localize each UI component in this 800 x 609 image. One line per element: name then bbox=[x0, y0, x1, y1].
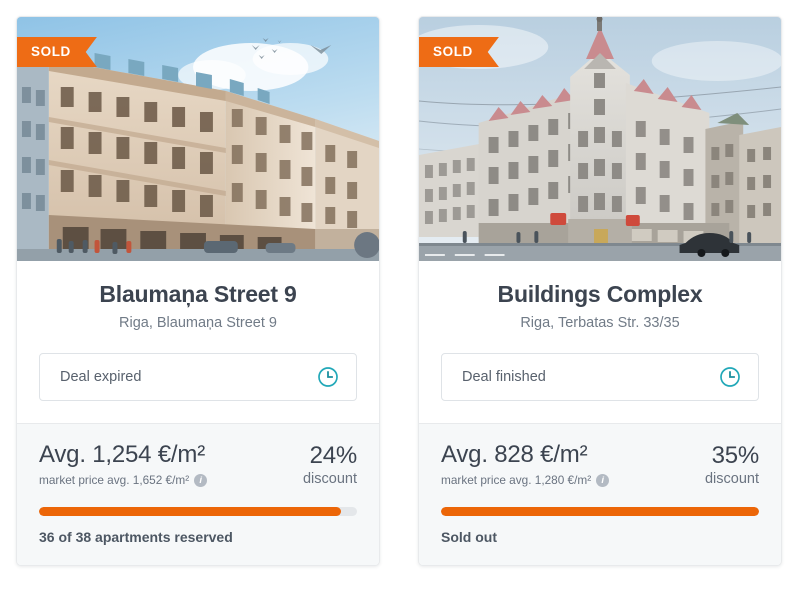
property-listing-page: SOLD Blaumaņa Street 9 Riga, Blaumaņa St… bbox=[0, 0, 800, 609]
discount-block: 24% discount bbox=[303, 442, 357, 489]
property-card-footer: Avg. 1,254 €/m² market price avg. 1,652 … bbox=[17, 422, 379, 566]
property-hero-image[interactable]: SOLD bbox=[419, 17, 781, 261]
market-price-line: market price avg. 1,652 €/m² i bbox=[39, 473, 208, 488]
price-row: Avg. 1,254 €/m² market price avg. 1,652 … bbox=[39, 440, 357, 489]
sold-badge: SOLD bbox=[17, 37, 97, 67]
sold-badge-label: SOLD bbox=[31, 44, 71, 60]
discount-value: 24% bbox=[309, 441, 358, 469]
market-price-text: market price avg. 1,280 €/m² bbox=[441, 473, 592, 488]
property-card[interactable]: SOLD Blaumaņa Street 9 Riga, Blaumaņa St… bbox=[16, 16, 380, 567]
price-row: Avg. 828 €/m² market price avg. 1,280 €/… bbox=[441, 440, 759, 489]
property-title: Blaumaņa Street 9 bbox=[99, 281, 297, 307]
deal-status-box[interactable]: Deal expired bbox=[39, 352, 357, 401]
property-card[interactable]: SOLD Buildings Complex Riga, Terbatas St… bbox=[418, 16, 782, 567]
reservation-progress-bar bbox=[441, 506, 759, 516]
property-cards-row: SOLD Blaumaņa Street 9 Riga, Blaumaņa St… bbox=[0, 0, 800, 582]
property-address: Riga, Blaumaņa Street 9 bbox=[119, 315, 277, 332]
property-title: Buildings Complex bbox=[497, 281, 703, 307]
property-hero-image[interactable]: SOLD bbox=[17, 17, 379, 261]
info-icon[interactable]: i bbox=[596, 473, 610, 487]
average-price: Avg. 828 €/m² bbox=[441, 440, 588, 468]
reservation-progress-fill bbox=[39, 506, 342, 516]
deal-status-box[interactable]: Deal finished bbox=[441, 352, 759, 401]
discount-label: discount bbox=[302, 471, 357, 488]
deal-status-label: Deal finished bbox=[462, 368, 546, 385]
discount-value: 35% bbox=[711, 441, 760, 469]
price-block: Avg. 828 €/m² market price avg. 1,280 €/… bbox=[441, 440, 610, 488]
reservation-status-text: 36 of 38 apartments reserved bbox=[39, 528, 233, 545]
property-card-body: Blaumaņa Street 9 Riga, Blaumaņa Street … bbox=[17, 261, 379, 423]
market-price-text: market price avg. 1,652 €/m² bbox=[39, 473, 190, 488]
reservation-progress-fill bbox=[441, 506, 759, 516]
discount-block: 35% discount bbox=[705, 442, 759, 489]
sold-badge-label: SOLD bbox=[433, 44, 473, 60]
property-address: Riga, Terbatas Str. 33/35 bbox=[520, 315, 680, 332]
price-block: Avg. 1,254 €/m² market price avg. 1,652 … bbox=[39, 440, 208, 488]
sold-badge: SOLD bbox=[419, 37, 499, 67]
property-card-footer: Avg. 828 €/m² market price avg. 1,280 €/… bbox=[419, 422, 781, 566]
reservation-progress-bar bbox=[39, 506, 357, 516]
property-card-body: Buildings Complex Riga, Terbatas Str. 33… bbox=[419, 261, 781, 423]
clock-icon bbox=[719, 366, 741, 388]
market-price-line: market price avg. 1,280 €/m² i bbox=[441, 473, 610, 488]
deal-status-label: Deal expired bbox=[60, 368, 142, 385]
clock-icon bbox=[317, 366, 339, 388]
info-icon[interactable]: i bbox=[194, 473, 208, 487]
discount-label: discount bbox=[704, 471, 759, 488]
reservation-status-text: Sold out bbox=[441, 528, 497, 545]
average-price: Avg. 1,254 €/m² bbox=[39, 440, 205, 468]
